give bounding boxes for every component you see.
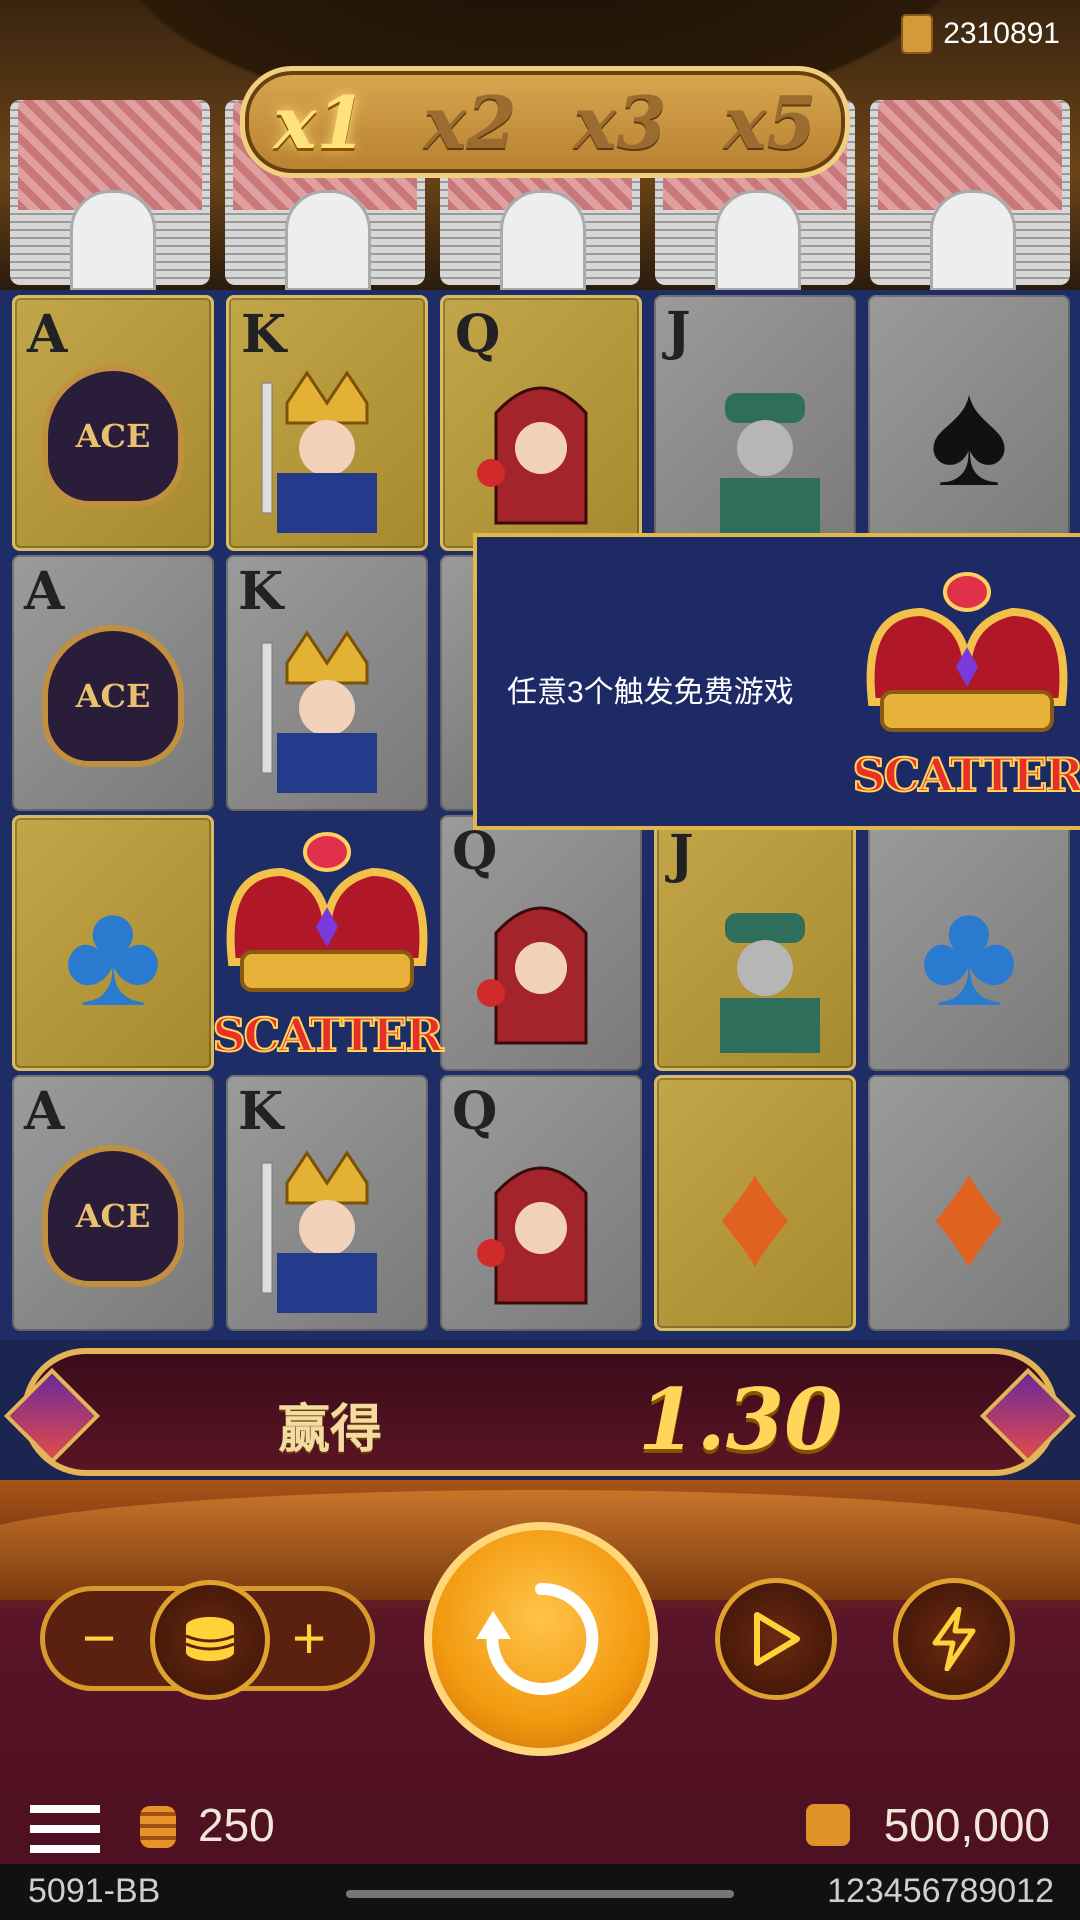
bet-increase-button[interactable]: +	[267, 1591, 351, 1686]
symbol-scatter: SCATTER	[211, 812, 445, 1072]
game-code: 5091-BB	[28, 1872, 161, 1910]
home-indicator[interactable]	[346, 1890, 734, 1898]
scatter-info-popup: 任意3个触发免费游戏 SCATTER	[473, 533, 1080, 830]
coin-stack-button[interactable]	[150, 1580, 270, 1700]
symbol-queen: Q	[440, 295, 642, 551]
symbol-spade: ♠	[868, 295, 1070, 551]
symbol-ace: A ACE	[12, 1075, 214, 1331]
lightning-icon	[932, 1607, 976, 1671]
jackpot-display: 2310891	[901, 14, 1060, 54]
spin-button[interactable]	[424, 1522, 658, 1756]
crown-icon	[226, 832, 428, 992]
coin-icon	[140, 1806, 176, 1848]
rank-label: A	[24, 1081, 65, 1142]
multiplier-bar: x1 x2 x3 x5	[240, 66, 850, 178]
rank-label: A	[27, 304, 68, 365]
menu-icon[interactable]	[30, 1805, 100, 1853]
scatter-label: SCATTER	[211, 1007, 444, 1063]
round-id: 123456789012	[827, 1872, 1054, 1910]
club-icon: ♣	[919, 869, 1019, 1038]
coin-stack-icon	[185, 1617, 235, 1661]
diamond-icon: ♦	[716, 1129, 794, 1297]
autoplay-button[interactable]	[715, 1578, 837, 1700]
turbo-button[interactable]	[893, 1578, 1015, 1700]
symbol-diamond: ♦	[654, 1075, 856, 1331]
symbol-ace: A ACE	[12, 295, 214, 551]
ace-badge: ACE	[42, 624, 184, 767]
jack-figure	[720, 913, 820, 1053]
king-figure	[261, 370, 377, 533]
jackpot-icon	[901, 14, 934, 54]
multiplier-x1: x1	[273, 79, 367, 165]
refresh-icon	[476, 1582, 599, 1695]
symbol-club: ♣	[12, 815, 214, 1071]
queen-figure	[477, 386, 588, 525]
footer-bar: 5091-BB 123456789012	[0, 1864, 1080, 1920]
bet-value: 250	[198, 1799, 275, 1851]
ornament-icon	[3, 1367, 101, 1465]
symbol-king: K	[226, 555, 428, 811]
multiplier-x2: x2	[423, 79, 517, 165]
jack-figure	[720, 393, 820, 534]
symbol-queen: Q	[440, 1075, 642, 1331]
symbol-diamond: ♦	[868, 1075, 1070, 1331]
play-icon	[754, 1612, 800, 1666]
bet-decrease-button[interactable]: −	[57, 1591, 141, 1686]
club-icon: ♣	[63, 869, 163, 1037]
rank-label: A	[24, 561, 65, 622]
king-figure	[261, 1150, 377, 1314]
scatter-symbol: SCATTER	[851, 552, 1080, 812]
win-value: 1.30	[638, 1370, 843, 1469]
card-deck	[10, 100, 210, 291]
balance-value: 500,000	[883, 1799, 1050, 1851]
win-label: 赢得	[278, 1401, 383, 1459]
ace-badge: ACE	[42, 1144, 184, 1287]
spade-icon: ♠	[929, 349, 1009, 518]
scatter-label: SCATTER	[851, 747, 1080, 803]
symbol-jack: J	[654, 295, 856, 551]
ace-badge: ACE	[42, 364, 184, 507]
jackpot-value: 2310891	[943, 17, 1060, 50]
multiplier-x5: x5	[723, 79, 817, 165]
symbol-ace: A ACE	[12, 555, 214, 811]
symbol-queen: Q	[440, 815, 642, 1071]
symbol-king: K	[226, 1075, 428, 1331]
popup-text: 任意3个触发免费游戏	[507, 676, 794, 709]
diamond-icon: ♦	[930, 1129, 1008, 1298]
symbol-king: K	[226, 295, 428, 551]
king-figure	[261, 630, 377, 794]
wallet-icon	[806, 1804, 850, 1846]
symbol-jack: J	[654, 815, 856, 1071]
symbol-club: ♣	[868, 815, 1070, 1071]
queen-figure	[477, 907, 588, 1045]
multiplier-x3: x3	[573, 79, 667, 165]
card-deck	[870, 100, 1070, 291]
ornament-icon	[979, 1367, 1077, 1465]
crown-icon	[866, 572, 1068, 732]
queen-figure	[477, 1167, 588, 1305]
win-bar: 赢得 1.30	[3, 1348, 1077, 1476]
